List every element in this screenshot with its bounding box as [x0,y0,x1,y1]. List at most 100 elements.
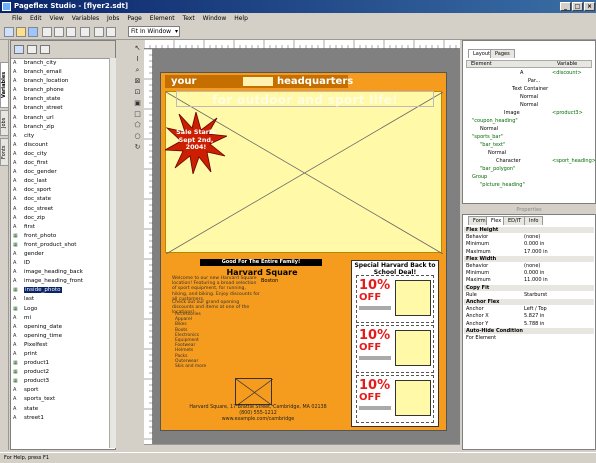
property-row[interactable]: Minimum 0.000 in [464,241,594,247]
redo-icon[interactable] [106,27,116,37]
property-row[interactable]: Anchor X 5.827 in [464,313,594,319]
rotate-tool-icon[interactable]: ↻ [133,143,142,152]
variable-item[interactable]: Abranch_city [11,59,115,68]
layout-tree-node[interactable]: "picture_heading" [480,182,525,188]
variable-item[interactable]: Abranch_street [11,104,115,113]
variable-item[interactable]: Asports_text [11,395,115,404]
variable-item[interactable]: Adiscount [11,141,115,150]
image-tool-icon[interactable]: ⊠ [133,77,142,86]
property-row[interactable]: Minimum 0.000 in [464,270,594,276]
variable-item[interactable]: Agender [11,250,115,259]
layout-tree-node[interactable]: Text Container [512,86,548,92]
variable-item[interactable]: Adoc_state [11,195,115,204]
menu-file[interactable]: File [12,15,22,22]
variable-item[interactable]: Adoc_street [11,205,115,214]
variable-item[interactable]: Aopening_time [11,332,115,341]
frame-tool-icon[interactable]: ⊡ [133,88,142,97]
open-icon[interactable] [16,27,26,37]
variable-item[interactable]: Alast [11,295,115,304]
horizontal-scrollbar[interactable] [144,444,460,452]
rectangle-tool-icon[interactable]: □ [133,110,142,119]
property-row[interactable]: Anchor Left / Top [464,306,594,312]
variable-item[interactable]: ▦ inside_photo [11,286,115,295]
variable-item[interactable]: Abranch_zip [11,123,115,132]
new-icon[interactable] [4,27,14,37]
variable-item[interactable]: ▦ product3 [11,377,115,386]
ellipse-tool-icon[interactable]: ○ [133,132,142,141]
tab-pages[interactable]: Pages [490,49,515,58]
zoom-tool-icon[interactable]: ⌕ [133,66,142,75]
variable-item[interactable]: Adoc_first [11,159,115,168]
variable-item[interactable]: ▦ front_product_shot [11,241,115,250]
variable-item[interactable]: Adoc_gender [11,168,115,177]
delete-variable-icon[interactable] [40,45,50,54]
coupon-product-image[interactable] [395,280,431,316]
map-image-frame[interactable] [235,378,274,407]
container-tool-icon[interactable]: ▣ [133,99,142,108]
polygon-tool-icon[interactable]: ⬠ [133,121,142,130]
variable-item[interactable]: ▦ Logo [11,305,115,314]
tab-info[interactable]: Info [524,216,544,225]
variable-item[interactable]: Abranch_state [11,95,115,104]
print-icon[interactable] [80,27,90,37]
tab-jobs[interactable]: Jobs [0,110,9,136]
variable-item[interactable]: Adoc_city [11,150,115,159]
variable-item[interactable]: Abranch_email [11,68,115,77]
property-row[interactable]: Maximum 11.000 in [464,277,594,283]
variable-item[interactable]: Ami [11,314,115,323]
minimize-button[interactable]: _ [560,2,571,11]
menu-edit[interactable]: Edit [30,15,42,22]
variable-item[interactable]: Adoc_last [11,177,115,186]
coupon-product-image[interactable] [395,380,431,416]
variable-item[interactable]: ▦ product2 [11,368,115,377]
layout-tree-node[interactable]: Group [472,174,487,180]
layout-tree-node[interactable]: "bar_polygon" [480,166,515,172]
property-row[interactable]: Maximum 17.000 in [464,249,594,255]
coupon-card[interactable]: 10% OFF [356,375,434,423]
variable-item[interactable]: Afirst [11,223,115,232]
variable-item[interactable]: ▦ product1 [11,359,115,368]
add-variable-icon[interactable] [14,45,24,54]
variable-item[interactable]: Asport [11,386,115,395]
property-row[interactable]: Anchor Y 5.788 in [464,321,594,327]
property-row[interactable]: Rule Starburst [464,292,594,298]
menu-view[interactable]: View [50,15,64,22]
layout-tree-node[interactable]: "bar_text" [480,142,505,148]
coupon-card[interactable]: 10% OFF [356,325,434,373]
tab-fonts[interactable]: Fonts [0,138,9,166]
variable-item[interactable]: Abranch_url [11,114,115,123]
layout-tree-node[interactable]: Character [496,158,521,164]
variables-scrollbar[interactable] [109,58,116,448]
layout-tree-node[interactable]: Normal [488,150,506,156]
cut-icon[interactable] [42,27,52,37]
variable-item[interactable]: Aprint [11,350,115,359]
flyer-title[interactable]: for outdoor and sport life! [176,91,434,107]
variable-item[interactable]: Abranch_phone [11,86,115,95]
arrow-tool-icon[interactable]: ↖ [133,44,142,53]
layout-tree-node[interactable]: Image [504,110,520,116]
edit-variable-icon[interactable] [27,45,37,54]
variable-item[interactable]: Aimage_heading_back [11,268,115,277]
variable-item[interactable]: Acity [11,132,115,141]
variable-item[interactable]: Aopening_date [11,323,115,332]
menu-variables[interactable]: Variables [72,15,99,22]
variable-item[interactable]: ▦ front_photo [11,232,115,241]
menu-element[interactable]: Element [150,15,175,22]
layout-tree-node[interactable]: A [520,70,523,76]
menu-page[interactable]: Page [127,15,142,22]
tab-variables[interactable]: Variables [0,62,9,108]
variable-item[interactable]: Astreet1 [11,414,115,423]
variable-item[interactable]: Adoc_zip [11,214,115,223]
variable-item[interactable]: Aimage_heading_front [11,277,115,286]
variable-item[interactable]: Adoc_sport [11,186,115,195]
property-row[interactable]: For Element [464,335,594,341]
variable-item[interactable]: Astate [11,405,115,414]
tab-edit[interactable]: ED/IT [503,216,527,225]
header-logo-box[interactable] [243,77,273,86]
variable-item[interactable]: A ID [11,259,115,268]
text-tool-icon[interactable]: I [133,55,142,64]
undo-icon[interactable] [94,27,104,37]
layout-tree-node[interactable]: Par... [528,78,540,84]
layout-tree-node[interactable]: Normal [480,126,498,132]
maximize-button[interactable]: □ [572,2,583,11]
